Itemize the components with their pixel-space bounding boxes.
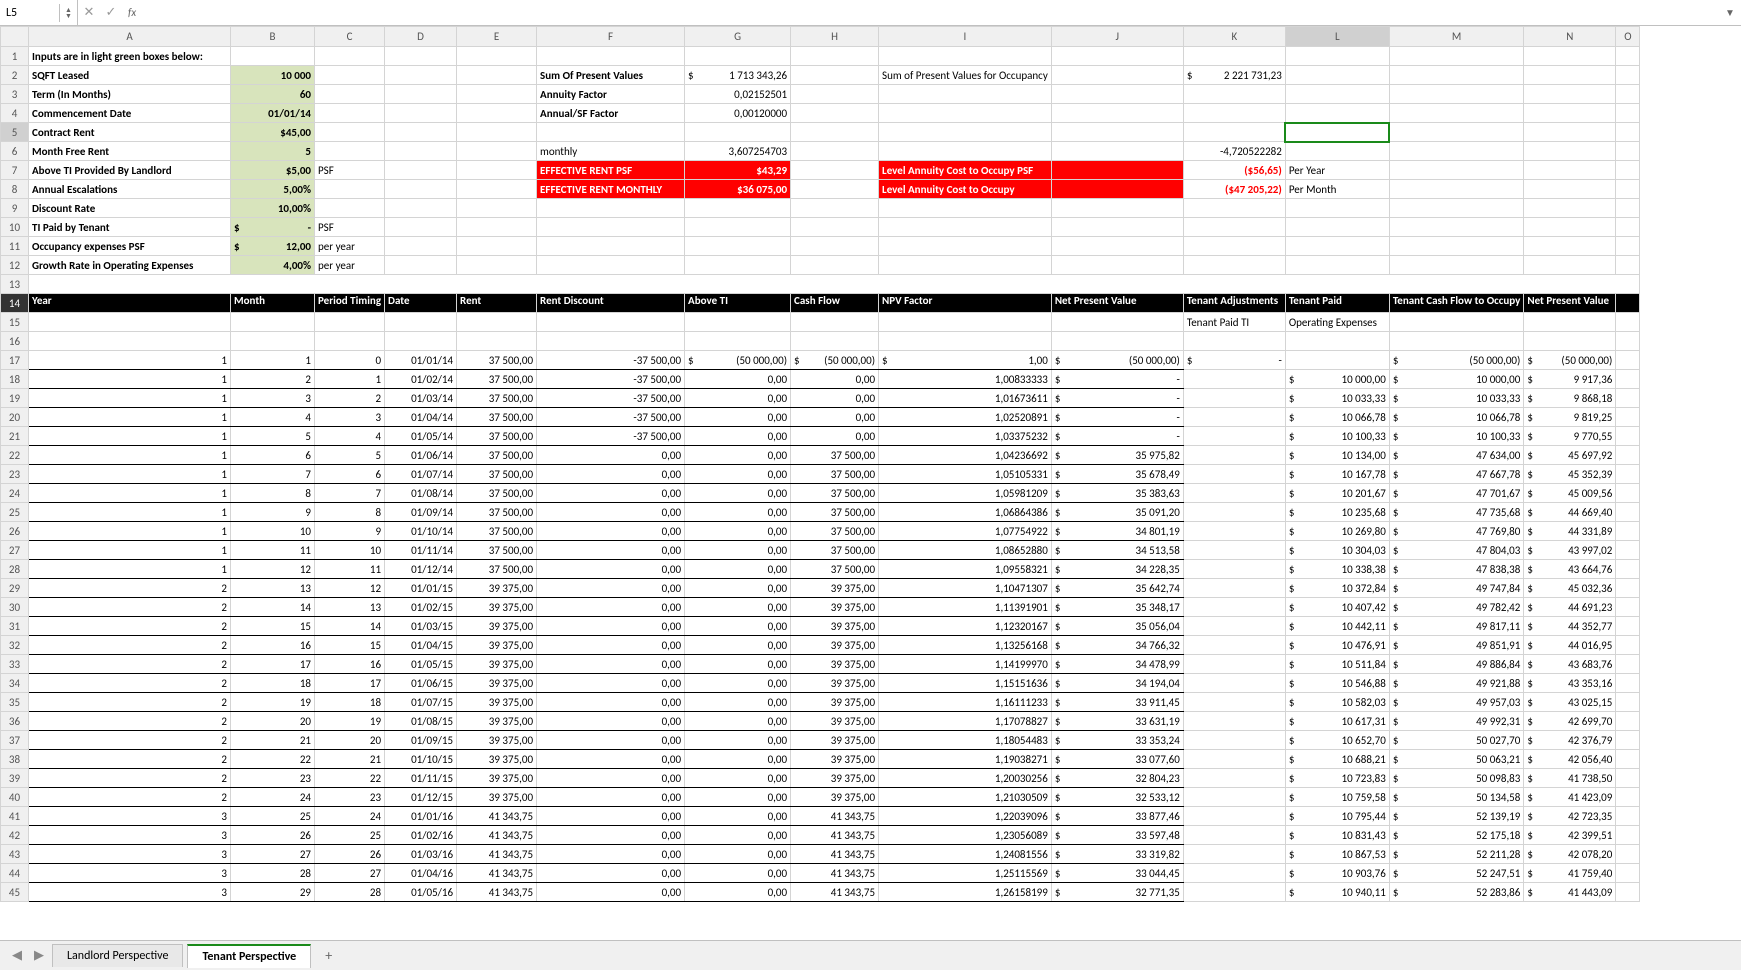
col-H[interactable]: H <box>791 27 879 47</box>
term-input[interactable]: 60 <box>231 85 315 104</box>
table-header-row: 14 YearMonthPeriod TimingDateRentRent Di… <box>1 294 1640 313</box>
ti-t-input[interactable]: $- <box>231 218 315 237</box>
sqft-label: SQFT Leased <box>29 66 231 85</box>
table-row[interactable]: 37 2 21 20 01/09/15 39 375,00 0,00 0,00 … <box>1 731 1640 750</box>
sqft-input[interactable]: 10 000 <box>231 66 315 85</box>
table-row[interactable]: 20 1 4 3 01/04/14 37 500,00 -37 500,00 0… <box>1 408 1640 427</box>
name-box-stepper[interactable]: ▲▼ <box>60 0 78 25</box>
table-row[interactable]: 19 1 3 2 01/03/14 37 500,00 -37 500,00 0… <box>1 389 1640 408</box>
lac-psf-value: ($56,65) <box>1183 161 1285 180</box>
occ-spv-value: 2 221 731,23 <box>1224 69 1282 82</box>
fx-label[interactable]: fx <box>122 6 142 19</box>
column-headers[interactable]: A B C D E F G H I J K L M N O <box>1 27 1640 47</box>
tab-next-icon[interactable]: ▶ <box>30 948 48 963</box>
table-row[interactable]: 27 1 11 10 01/11/14 37 500,00 0,00 0,00 … <box>1 541 1640 560</box>
tab-prev-icon[interactable]: ◀ <box>8 948 26 963</box>
spreadsheet-grid[interactable]: A B C D E F G H I J K L M N O 1Inputs ar… <box>0 26 1741 940</box>
col-N[interactable]: N <box>1524 27 1616 47</box>
table-row[interactable]: 28 1 12 11 01/12/14 37 500,00 0,00 0,00 … <box>1 560 1640 579</box>
confirm-icon[interactable]: ✓ <box>100 5 122 20</box>
disc-input[interactable]: 10,00% <box>231 199 315 218</box>
table-row[interactable]: 29 2 13 12 01/01/15 39 375,00 0,00 0,00 … <box>1 579 1640 598</box>
inputs-title: Inputs are in light green boxes below: <box>29 47 231 66</box>
table-row[interactable]: 22 1 6 5 01/06/14 37 500,00 0,00 0,00 37… <box>1 446 1640 465</box>
table-row[interactable]: 40 2 24 23 01/12/15 39 375,00 0,00 0,00 … <box>1 788 1640 807</box>
formula-input[interactable] <box>142 11 1719 15</box>
formula-bar-expand-icon[interactable]: ▼ <box>1719 6 1741 19</box>
ti-ll-input[interactable]: $5,00 <box>231 161 315 180</box>
sheet-tabs: ◀ ▶ Landlord Perspective Tenant Perspect… <box>0 940 1741 970</box>
table-row[interactable]: 33 2 17 16 01/05/15 39 375,00 0,00 0,00 … <box>1 655 1640 674</box>
table-row[interactable]: 44 3 28 27 01/04/16 41 343,75 0,00 0,00 … <box>1 864 1640 883</box>
esc-input[interactable]: 5,00% <box>231 180 315 199</box>
table-row[interactable]: 39 2 23 22 01/11/15 39 375,00 0,00 0,00 … <box>1 769 1640 788</box>
tab-landlord[interactable]: Landlord Perspective <box>52 944 183 967</box>
table-row[interactable]: 23 1 7 6 01/07/14 37 500,00 0,00 0,00 37… <box>1 465 1640 484</box>
col-E[interactable]: E <box>457 27 537 47</box>
table-row[interactable]: 26 1 10 9 01/10/14 37 500,00 0,00 0,00 3… <box>1 522 1640 541</box>
table-row[interactable]: 25 1 9 8 01/09/14 37 500,00 0,00 0,00 37… <box>1 503 1640 522</box>
comm-input[interactable]: 01/01/14 <box>231 104 315 123</box>
table-row[interactable]: 30 2 14 13 01/02/15 39 375,00 0,00 0,00 … <box>1 598 1640 617</box>
col-F[interactable]: F <box>537 27 685 47</box>
tab-tenant[interactable]: Tenant Perspective <box>187 944 311 968</box>
erm-label: EFFECTIVE RENT MONTHLY <box>537 180 685 199</box>
table-row[interactable]: 43 3 27 26 01/03/16 41 343,75 0,00 0,00 … <box>1 845 1640 864</box>
table-row[interactable]: 32 2 16 15 01/04/15 39 375,00 0,00 0,00 … <box>1 636 1640 655</box>
lac-psf-label: Level Annuity Cost to Occupy PSF <box>879 161 1052 180</box>
table-row[interactable]: 41 3 25 24 01/01/16 41 343,75 0,00 0,00 … <box>1 807 1640 826</box>
col-C[interactable]: C <box>315 27 385 47</box>
col-J[interactable]: J <box>1051 27 1183 47</box>
formula-bar: L5 ▲▼ ✕ ✓ fx ▼ <box>0 0 1741 26</box>
table-row[interactable]: 45 3 29 28 01/05/16 41 343,75 0,00 0,00 … <box>1 883 1640 902</box>
table-row[interactable]: 34 2 18 17 01/06/15 39 375,00 0,00 0,00 … <box>1 674 1640 693</box>
erp-label: EFFECTIVE RENT PSF <box>537 161 685 180</box>
table-row[interactable]: 36 2 20 19 01/08/15 39 375,00 0,00 0,00 … <box>1 712 1640 731</box>
col-A[interactable]: A <box>29 27 231 47</box>
col-L[interactable]: L <box>1285 27 1389 47</box>
table-row[interactable]: 17 1 1 0 01/01/14 37 500,00 -37 500,00 $… <box>1 351 1640 370</box>
occ-input[interactable]: $12,00 <box>231 237 315 256</box>
spv-value: 1 713 343,26 <box>729 69 787 82</box>
chevron-down-icon[interactable]: ▼ <box>65 13 72 18</box>
selected-cell[interactable] <box>1285 123 1389 142</box>
cancel-icon[interactable]: ✕ <box>78 5 100 20</box>
name-box[interactable]: L5 <box>0 4 60 22</box>
table-row[interactable]: 24 1 8 7 01/08/14 37 500,00 0,00 0,00 37… <box>1 484 1640 503</box>
erm-value: $36 075,00 <box>685 180 791 199</box>
erp-value: $43,29 <box>685 161 791 180</box>
table-row[interactable]: 21 1 5 4 01/05/14 37 500,00 -37 500,00 0… <box>1 427 1640 446</box>
col-K[interactable]: K <box>1183 27 1285 47</box>
col-M[interactable]: M <box>1389 27 1524 47</box>
lac-label: Level Annuity Cost to Occupy <box>879 180 1052 199</box>
occ-spv-label: Sum of Present Values for Occupancy <box>879 66 1052 85</box>
col-D[interactable]: D <box>385 27 457 47</box>
add-sheet-icon[interactable]: + <box>315 943 342 968</box>
table-row[interactable]: 18 1 2 1 01/02/14 37 500,00 -37 500,00 0… <box>1 370 1640 389</box>
col-O[interactable]: O <box>1616 27 1640 47</box>
col-I[interactable]: I <box>879 27 1052 47</box>
col-B[interactable]: B <box>231 27 315 47</box>
table-row[interactable]: 31 2 15 14 01/03/15 39 375,00 0,00 0,00 … <box>1 617 1640 636</box>
rent-input[interactable]: $45,00 <box>231 123 315 142</box>
table-row[interactable]: 38 2 22 21 01/10/15 39 375,00 0,00 0,00 … <box>1 750 1640 769</box>
table-row[interactable]: 42 3 26 25 01/02/16 41 343,75 0,00 0,00 … <box>1 826 1640 845</box>
free-input[interactable]: 5 <box>231 142 315 161</box>
grow-input[interactable]: 4,00% <box>231 256 315 275</box>
lac-value: ($47 205,22) <box>1183 180 1285 199</box>
col-G[interactable]: G <box>685 27 791 47</box>
table-row[interactable]: 35 2 19 18 01/07/15 39 375,00 0,00 0,00 … <box>1 693 1640 712</box>
spv-label: Sum Of Present Values <box>537 66 685 85</box>
